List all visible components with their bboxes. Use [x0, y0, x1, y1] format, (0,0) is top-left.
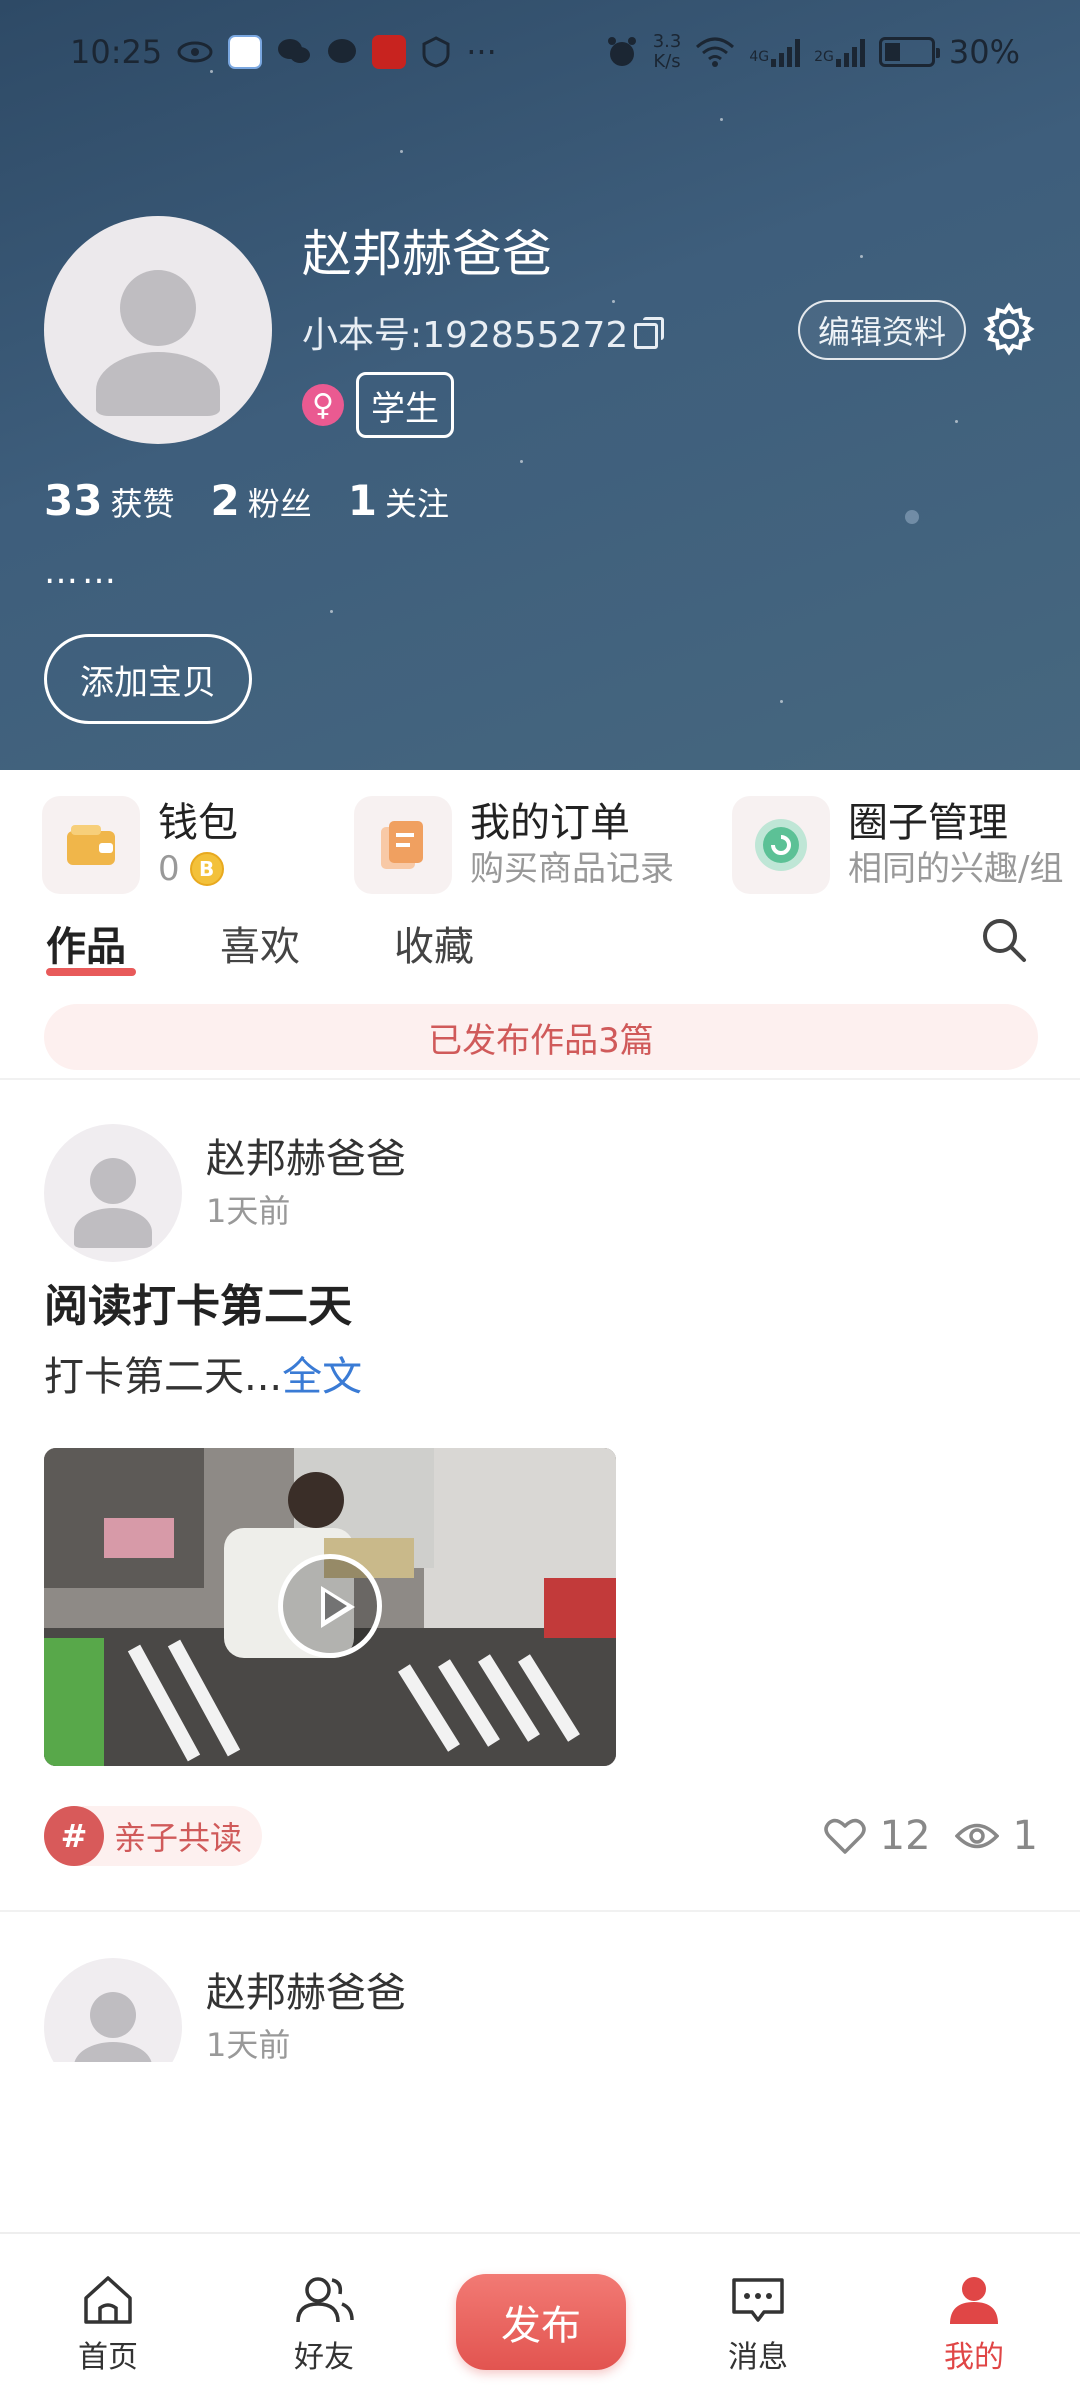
stat-likes[interactable]: 33 获赞: [44, 476, 174, 525]
profile-username: 赵邦赫爸爸: [302, 225, 552, 283]
divider: [0, 1078, 1080, 1080]
orders-subtitle: 购买商品记录: [470, 849, 674, 889]
avatar-placeholder-icon: [120, 270, 196, 346]
status-time: 10:25: [70, 33, 163, 71]
active-tab-indicator: [46, 968, 136, 976]
tab-likes[interactable]: 喜欢: [220, 914, 300, 972]
signal-4g: 4G: [749, 37, 801, 67]
nav-friends[interactable]: 好友: [264, 2274, 384, 2376]
published-count-bar: 已发布作品3篇: [44, 1004, 1038, 1070]
message-icon: [732, 2278, 784, 2322]
post-avatar[interactable]: [44, 1958, 182, 2062]
tab-works[interactable]: 作品: [46, 914, 126, 972]
nav-messages[interactable]: 消息: [698, 2274, 818, 2376]
circle-manage-title: 圈子管理: [848, 800, 1008, 846]
edit-profile-button[interactable]: 编辑资料: [798, 300, 966, 360]
topic-label: 亲子共读: [114, 1819, 243, 1857]
user-icon: [950, 2277, 998, 2324]
topic-tag[interactable]: # 亲子共读: [44, 1806, 263, 1866]
views-icon: [954, 1823, 999, 1849]
home-icon: [84, 2276, 132, 2324]
coin-icon: B: [189, 852, 224, 886]
nav-mine[interactable]: 我的: [914, 2274, 1034, 2376]
battery-icon: [878, 37, 940, 67]
wifi-icon: [696, 37, 735, 67]
add-baby-button[interactable]: 添加宝贝: [44, 634, 252, 724]
stat-following[interactable]: 1 关注: [348, 476, 449, 525]
post-stats: 12 1: [823, 1806, 1038, 1866]
net-speed: 3.3 K/s: [652, 31, 682, 72]
view-count: 1: [1012, 1813, 1038, 1859]
circle-manage-subtitle: 相同的兴趣/组: [848, 849, 1064, 889]
search-icon[interactable]: [980, 916, 1028, 964]
message-bubble-icon: [328, 39, 357, 63]
read-more-link[interactable]: 全文: [282, 1354, 362, 1400]
circle-manage-entry[interactable]: 圈子管理 相同的兴趣/组: [732, 796, 1063, 894]
circle-icon: [732, 796, 830, 894]
battery-percent: 30%: [948, 33, 1020, 71]
publish-button[interactable]: 发布: [456, 2274, 626, 2370]
hash-icon: #: [44, 1806, 104, 1866]
post-text: 打卡第二天...全文: [44, 1354, 363, 1400]
avatar-placeholder-icon: [90, 1158, 136, 1204]
nav-mine-label: 我的: [944, 2340, 1004, 2375]
wechat-icon: [278, 39, 311, 63]
order-icon: [354, 796, 452, 894]
hand-shield-icon: [422, 36, 450, 68]
game-app-icon: [228, 35, 263, 69]
eye-icon: [177, 41, 213, 63]
quick-entries: 钱包 0 B 我的订单 购买商品记录 圈子管理 相同的兴趣/组: [0, 770, 1080, 900]
profile-header: 10:25 ··· 3.3 K/s 4G 2G 30% 赵邦赫爸爸 小本号:19…: [0, 0, 1080, 770]
nav-friends-label: 好友: [294, 2340, 354, 2375]
play-icon[interactable]: [278, 1554, 382, 1658]
avatar-placeholder-icon: [90, 1992, 136, 2038]
female-icon: ♀: [302, 384, 344, 426]
profile-uid: 小本号:192855272: [302, 306, 665, 358]
wallet-title: 钱包: [158, 800, 238, 846]
orders-entry[interactable]: 我的订单 购买商品记录: [354, 796, 674, 894]
wallet-icon: [42, 796, 140, 894]
post-time: 1天前: [206, 1192, 291, 1230]
profile-bio: ……: [44, 552, 120, 592]
signal-2g: 2G: [814, 37, 865, 67]
copy-icon[interactable]: [634, 317, 665, 349]
orders-title: 我的订单: [470, 800, 630, 846]
content-tabs: 作品 喜欢 收藏: [0, 900, 1080, 986]
heart-icon[interactable]: [823, 1817, 866, 1855]
post-author[interactable]: 赵邦赫爸爸: [206, 1126, 406, 1184]
post-avatar[interactable]: [44, 1124, 182, 1262]
video-thumbnail[interactable]: [44, 1448, 616, 1766]
friends-icon: [296, 2277, 354, 2323]
status-more: ···: [466, 33, 497, 71]
nav-messages-label: 消息: [728, 2340, 788, 2375]
bottom-nav: 首页 好友 发布 消息 我的: [0, 2232, 1080, 2400]
nav-home[interactable]: 首页: [48, 2274, 168, 2376]
wallet-entry[interactable]: 钱包 0 B: [42, 796, 238, 894]
xuexi-app-icon: [372, 35, 407, 69]
post-card: 赵邦赫爸爸 1天前: [0, 1912, 1080, 2062]
stat-fans[interactable]: 2 粉丝: [210, 476, 311, 525]
post-author[interactable]: 赵邦赫爸爸: [206, 1960, 406, 2018]
gear-icon[interactable]: [980, 300, 1038, 358]
like-count: 12: [879, 1813, 931, 1859]
alarm-icon: [607, 37, 636, 66]
wallet-balance: 0: [158, 849, 180, 889]
tab-favorites[interactable]: 收藏: [394, 914, 474, 972]
profile-stats: 33 获赞 2 粉丝 1 关注: [44, 476, 449, 525]
nav-home-label: 首页: [78, 2340, 138, 2375]
post-time: 1天前: [206, 2026, 291, 2062]
profile-avatar[interactable]: [44, 216, 272, 444]
post-title[interactable]: 阅读打卡第二天: [44, 1270, 352, 1334]
role-badge: 学生: [356, 372, 454, 438]
status-bar: 10:25 ··· 3.3 K/s 4G 2G 30%: [0, 0, 1080, 104]
